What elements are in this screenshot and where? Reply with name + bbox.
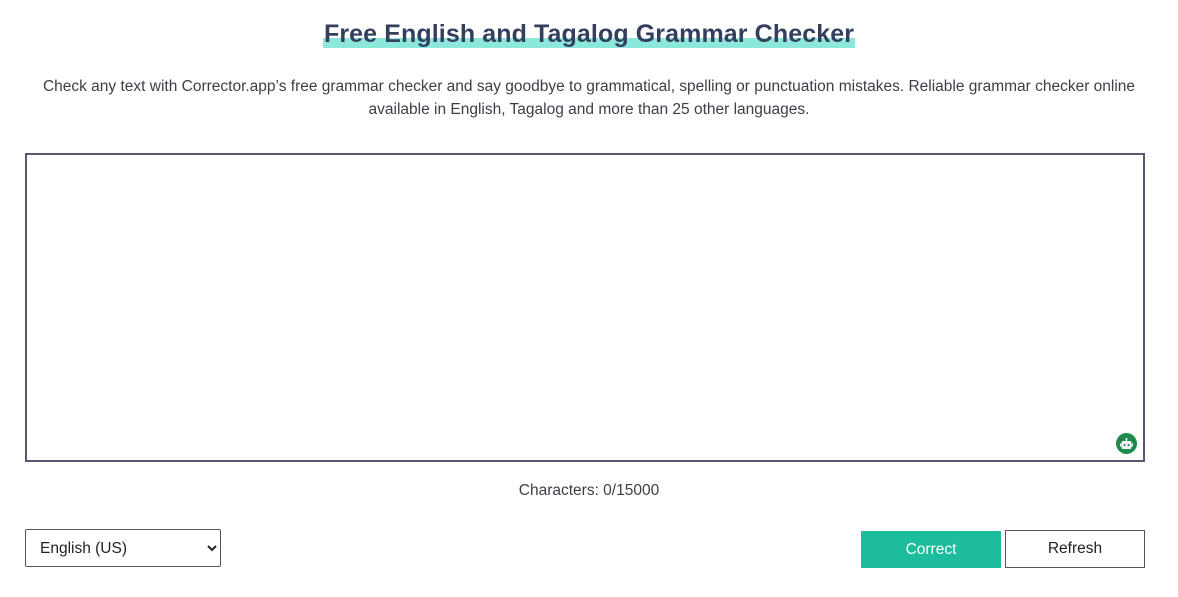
- robot-icon[interactable]: [1116, 433, 1137, 454]
- refresh-button[interactable]: Refresh: [1005, 530, 1145, 568]
- language-select[interactable]: English (US): [25, 529, 221, 567]
- grammar-checker-page: Free English and Tagalog Grammar Checker…: [0, 0, 1178, 597]
- robot-icon-glyph: [1120, 437, 1133, 449]
- title-container: Free English and Tagalog Grammar Checker: [0, 18, 1178, 50]
- page-title: Free English and Tagalog Grammar Checker: [322, 18, 856, 50]
- character-counter: Characters: 0/15000: [518, 482, 660, 499]
- text-editor[interactable]: [25, 153, 1145, 462]
- correct-button[interactable]: Correct: [861, 531, 1001, 568]
- page-description: Check any text with Corrector.app’s free…: [42, 78, 1136, 118]
